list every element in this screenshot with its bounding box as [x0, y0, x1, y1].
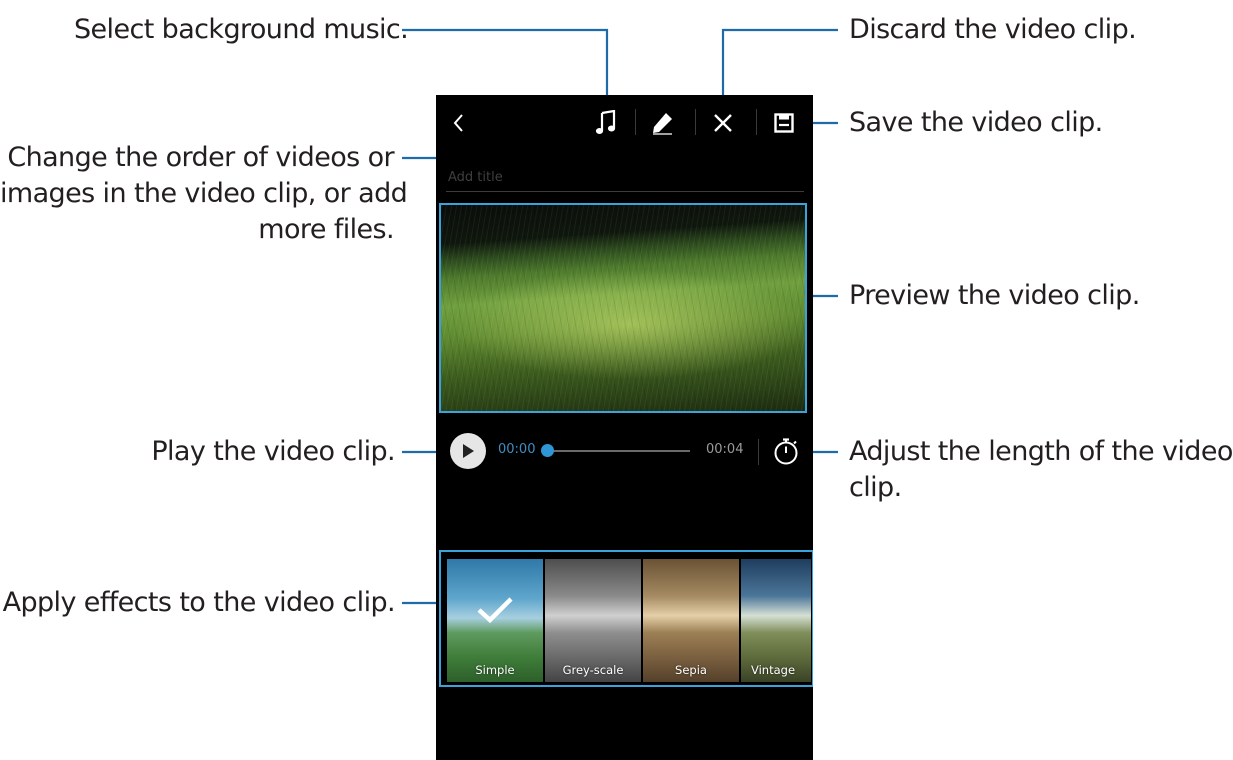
play-icon: [463, 444, 474, 458]
player-divider: [758, 439, 759, 465]
close-icon: [714, 114, 732, 132]
checkmark-icon: [477, 597, 513, 624]
callout-preview-clip: Preview the video clip.: [849, 280, 1140, 311]
back-button[interactable]: [442, 103, 476, 143]
save-button[interactable]: [764, 103, 804, 143]
callout-discard-clip: Discard the video clip.: [849, 14, 1137, 45]
playback-controls: 00:00 00:04: [436, 431, 813, 471]
current-time: 00:00: [498, 442, 536, 457]
progress-track[interactable]: [548, 450, 690, 452]
connector-music: [402, 28, 609, 104]
connector-discard: [721, 28, 838, 104]
callout-change-order-line3: more files.: [258, 214, 394, 245]
effects-strip: Simple Grey-scale Sepia Vintage: [439, 550, 813, 687]
action-bar-divider: [695, 109, 696, 135]
effect-sepia[interactable]: Sepia: [643, 559, 739, 682]
effect-vintage[interactable]: Vintage: [741, 559, 811, 682]
timer-icon: [774, 438, 798, 465]
adjust-length-button[interactable]: [768, 433, 804, 469]
chevron-left-icon: [453, 114, 463, 132]
progress-thumb[interactable]: [541, 444, 554, 457]
video-editor-screen: 00:00 00:04 Simple Grey-scale Sepia: [436, 95, 813, 760]
callout-adjust-length: Adjust the length of the video clip.: [849, 434, 1233, 506]
callout-change-order-line1: Change the order of videos or: [7, 142, 394, 173]
edit-button[interactable]: [642, 103, 682, 143]
effect-label: Vintage: [751, 663, 796, 677]
music-note-icon: [595, 110, 616, 134]
callout-adjust-length-line2: clip.: [849, 472, 902, 503]
preview-texture: [441, 205, 805, 411]
effect-simple[interactable]: Simple: [447, 559, 543, 682]
action-bar-divider: [756, 109, 757, 135]
effect-grey-scale[interactable]: Grey-scale: [545, 559, 641, 682]
action-bar: [436, 95, 813, 151]
music-button[interactable]: [586, 103, 626, 143]
callout-apply-effects: Apply effects to the video clip.: [2, 587, 396, 618]
title-input[interactable]: [446, 163, 804, 192]
pencil-icon: [653, 113, 672, 135]
effect-label: Simple: [475, 663, 515, 677]
callout-select-music: Select background music.: [74, 14, 409, 45]
callout-play-clip: Play the video clip.: [151, 436, 395, 467]
save-icon: [774, 113, 794, 133]
effect-label: Grey-scale: [562, 663, 624, 677]
video-preview[interactable]: [439, 203, 807, 413]
total-time: 00:04: [706, 442, 744, 457]
play-button[interactable]: [450, 433, 486, 469]
action-bar-divider: [635, 109, 636, 135]
effect-label: Sepia: [675, 663, 707, 677]
callout-change-order-line2: images in the video clip, or add: [0, 178, 408, 209]
callout-save-clip: Save the video clip.: [849, 107, 1103, 138]
callout-adjust-length-line1: Adjust the length of the video: [849, 436, 1233, 467]
discard-button[interactable]: [703, 103, 743, 143]
callout-change-order: Change the order of videos or images in …: [0, 140, 408, 248]
